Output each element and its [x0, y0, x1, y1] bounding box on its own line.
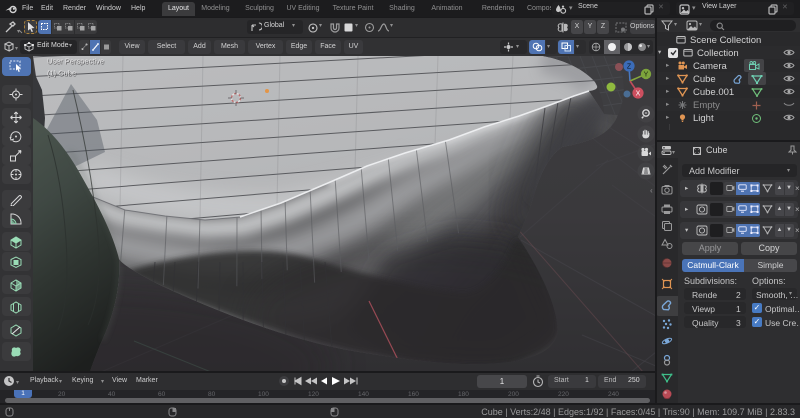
svg-text:Z: Z: [627, 64, 632, 71]
svg-text:‹: ‹: [650, 186, 653, 195]
svg-text:▾: ▾: [15, 46, 18, 52]
svg-text:▾: ▾: [672, 150, 675, 156]
svg-text:User Perspective: User Perspective: [47, 57, 104, 66]
svg-text:(1) Cube: (1) Cube: [47, 69, 76, 78]
svg-text:▾: ▾: [17, 29, 20, 35]
svg-text:Y: Y: [644, 72, 649, 79]
svg-text:X: X: [636, 91, 641, 98]
svg-text:▾: ▾: [16, 380, 19, 386]
